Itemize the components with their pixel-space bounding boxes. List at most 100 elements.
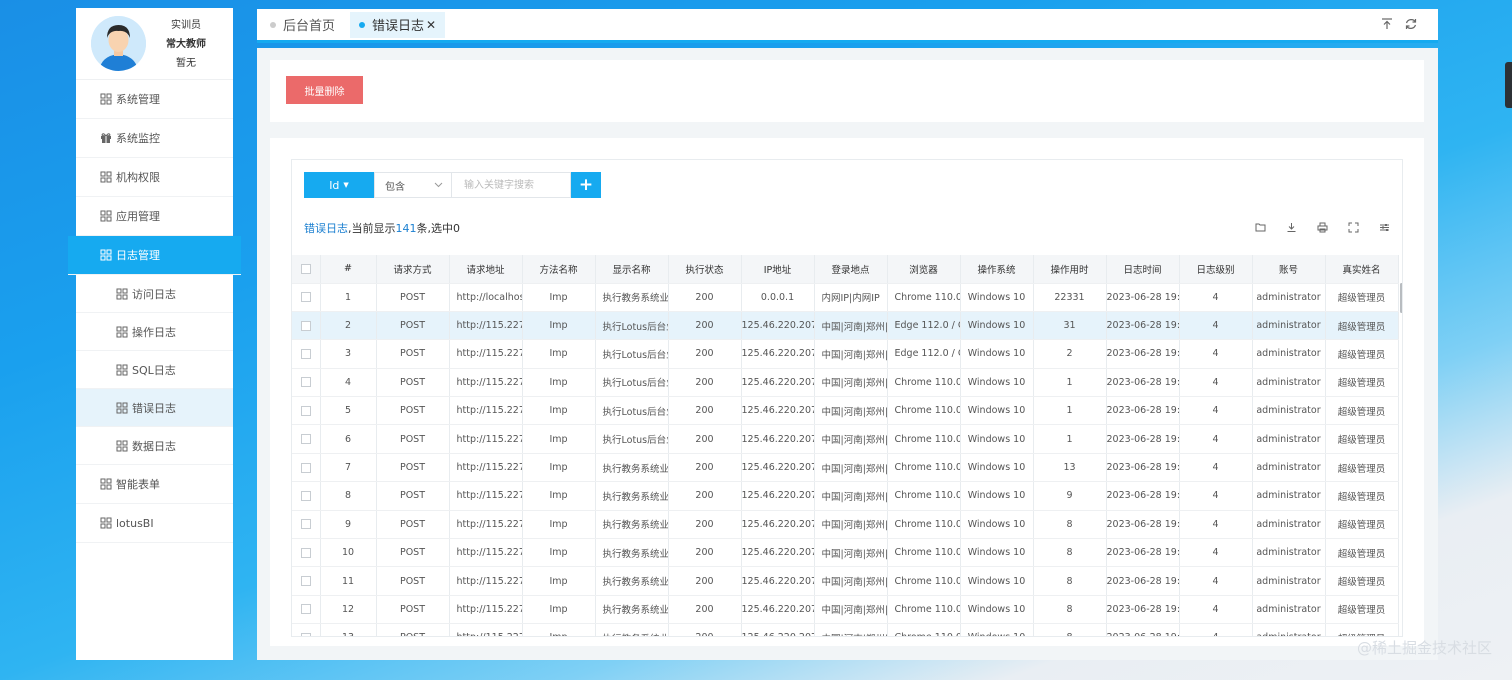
table-row[interactable]: 3POSThttp://115.227.20Imp执行Lotus后台业20012… [292, 339, 1399, 369]
column-header[interactable]: 登录地点 [814, 255, 888, 284]
column-header[interactable]: 操作系统 [960, 255, 1034, 284]
table-cell: 中国|河南|郑州| [814, 453, 888, 483]
menu-item-lotusbi[interactable]: lotusBI [76, 504, 233, 543]
row-checkbox[interactable] [292, 623, 321, 636]
search-operator-select[interactable]: 包含 [374, 172, 452, 198]
table-row[interactable]: 9POSThttp://115.227.20Imp执行教务系统业200125.4… [292, 510, 1399, 540]
table-cell: 9 [320, 510, 377, 540]
table-row[interactable]: 7POSThttp://115.227.20Imp执行教务系统业200125.4… [292, 453, 1399, 483]
column-header[interactable]: 方法名称 [522, 255, 596, 284]
row-checkbox[interactable] [292, 510, 321, 540]
table-cell: administrator [1252, 424, 1326, 454]
column-header[interactable]: 请求方式 [376, 255, 450, 284]
grid-icon [100, 93, 112, 105]
row-checkbox[interactable] [292, 538, 321, 568]
table-cell: 22331 [1033, 283, 1107, 312]
row-checkbox[interactable] [292, 566, 321, 596]
table-row[interactable]: 2POSThttp://115.227.20Imp执行Lotus后台业20012… [292, 311, 1399, 341]
row-checkbox[interactable] [292, 283, 321, 312]
table-row[interactable]: 13POSThttp://115.227.20Imp执行教务系统业200125.… [292, 623, 1399, 636]
tab-home[interactable]: 后台首页 [261, 12, 344, 38]
row-checkbox[interactable] [292, 453, 321, 483]
column-header[interactable]: 显示名称 [595, 255, 669, 284]
column-header[interactable]: 操作用时 [1033, 255, 1107, 284]
search-field-select[interactable]: Id ▼ [304, 172, 374, 198]
settings-sliders-icon[interactable] [1379, 222, 1390, 233]
column-header[interactable]: 请求地址 [449, 255, 523, 284]
menu-item-system-monitor[interactable]: 系统监控 [76, 119, 233, 158]
table-cell: 200 [668, 538, 742, 568]
column-header[interactable]: IP地址 [741, 255, 815, 284]
table-cell: administrator [1252, 510, 1326, 540]
menu-item-system-management[interactable]: 系统管理 [76, 80, 233, 119]
export-icon[interactable] [1380, 17, 1394, 31]
menu-item-smart-forms[interactable]: 智能表单 [76, 465, 233, 504]
column-header[interactable]: 真实姓名 [1325, 255, 1399, 284]
select-all-checkbox[interactable] [292, 255, 321, 284]
table-row[interactable]: 8POSThttp://115.227.20Imp执行教务系统业200125.4… [292, 481, 1399, 511]
table-cell: 2 [320, 311, 377, 341]
table-cell: 4 [1179, 453, 1253, 483]
refresh-icon[interactable] [1404, 17, 1418, 31]
caption-count: 141 [395, 222, 417, 235]
vertical-scrollbar[interactable] [1400, 283, 1402, 313]
fullscreen-icon[interactable] [1348, 222, 1359, 233]
column-header[interactable]: 账号 [1252, 255, 1326, 284]
table-row[interactable]: 1 POST http://localhost Imp 执行教务系统业 200 0.0.0.… [292, 283, 1399, 312]
download-icon[interactable] [1286, 222, 1297, 233]
table-row[interactable]: 6POSThttp://115.227.20Imp执行Lotus后台业20012… [292, 424, 1399, 454]
table-row[interactable]: 4POSThttp://115.227.20Imp执行Lotus后台业20012… [292, 368, 1399, 398]
table-cell: 200 [668, 623, 742, 636]
print-icon[interactable] [1317, 222, 1328, 233]
menu-item-log-management[interactable]: 日志管理 [68, 236, 241, 275]
table-row[interactable]: 12POSThttp://115.227.20Imp执行教务系统业200125.… [292, 595, 1399, 625]
menu-item-org-permissions[interactable]: 机构权限 [76, 158, 233, 197]
column-header[interactable]: 日志时间 [1106, 255, 1180, 284]
column-header[interactable]: 浏览器 [887, 255, 961, 284]
table-cell: 4 [1179, 566, 1253, 596]
caption-title: 错误日志 [304, 222, 348, 235]
row-checkbox[interactable] [292, 311, 321, 341]
table-cell: administrator [1252, 623, 1326, 636]
row-checkbox[interactable] [292, 339, 321, 369]
column-header[interactable]: # [320, 255, 377, 284]
table-cell: 125.46.220.207 [741, 566, 815, 596]
table-cell: 125.46.220.207 [741, 453, 815, 483]
table-cell: 1 [320, 283, 377, 312]
table-row[interactable]: 10POSThttp://115.227.20Imp执行教务系统业200125.… [292, 538, 1399, 568]
table-cell: 3 [320, 339, 377, 369]
avatar[interactable] [91, 16, 146, 71]
folder-icon[interactable] [1255, 222, 1266, 233]
submenu-item-sql-log[interactable]: SQL日志 [76, 351, 233, 389]
grid-caption: 错误日志,当前显示141条,选中0 [304, 220, 460, 236]
tab-error-log[interactable]: 错误日志 ✕ [350, 11, 446, 38]
table-cell: administrator [1252, 311, 1326, 341]
side-widget[interactable] [1505, 62, 1512, 108]
table-cell: http://115.227.20 [449, 566, 523, 596]
row-checkbox[interactable] [292, 481, 321, 511]
menu-label: 系统管理 [116, 93, 160, 106]
row-checkbox[interactable] [292, 595, 321, 625]
column-header[interactable]: 日志级别 [1179, 255, 1253, 284]
table-cell: 超级管理员 [1325, 311, 1399, 341]
close-icon[interactable]: ✕ [426, 18, 436, 32]
submenu-item-operation-log[interactable]: 操作日志 [76, 313, 233, 351]
search-input[interactable] [452, 172, 571, 198]
search-field-label: Id [329, 178, 340, 192]
row-checkbox[interactable] [292, 396, 321, 426]
batch-delete-button[interactable]: 批量删除 [286, 76, 363, 104]
table-cell: 1 [1033, 396, 1107, 426]
menu-item-app-management[interactable]: 应用管理 [76, 197, 233, 236]
table-cell: 125.46.220.207 [741, 481, 815, 511]
table-cell: administrator [1252, 566, 1326, 596]
table-row[interactable]: 5POSThttp://115.227.20Imp执行Lotus后台业20012… [292, 396, 1399, 426]
row-checkbox[interactable] [292, 368, 321, 398]
table-row[interactable]: 11POSThttp://115.227.20Imp执行教务系统业200125.… [292, 566, 1399, 596]
add-condition-button[interactable]: + [571, 172, 601, 198]
column-header[interactable]: 执行状态 [668, 255, 742, 284]
row-checkbox[interactable] [292, 424, 321, 454]
submenu-item-data-log[interactable]: 数据日志 [76, 427, 233, 465]
table-cell: 执行教务系统业 [595, 623, 669, 636]
submenu-item-access-log[interactable]: 访问日志 [76, 275, 233, 313]
submenu-item-error-log[interactable]: 错误日志 [76, 389, 233, 427]
